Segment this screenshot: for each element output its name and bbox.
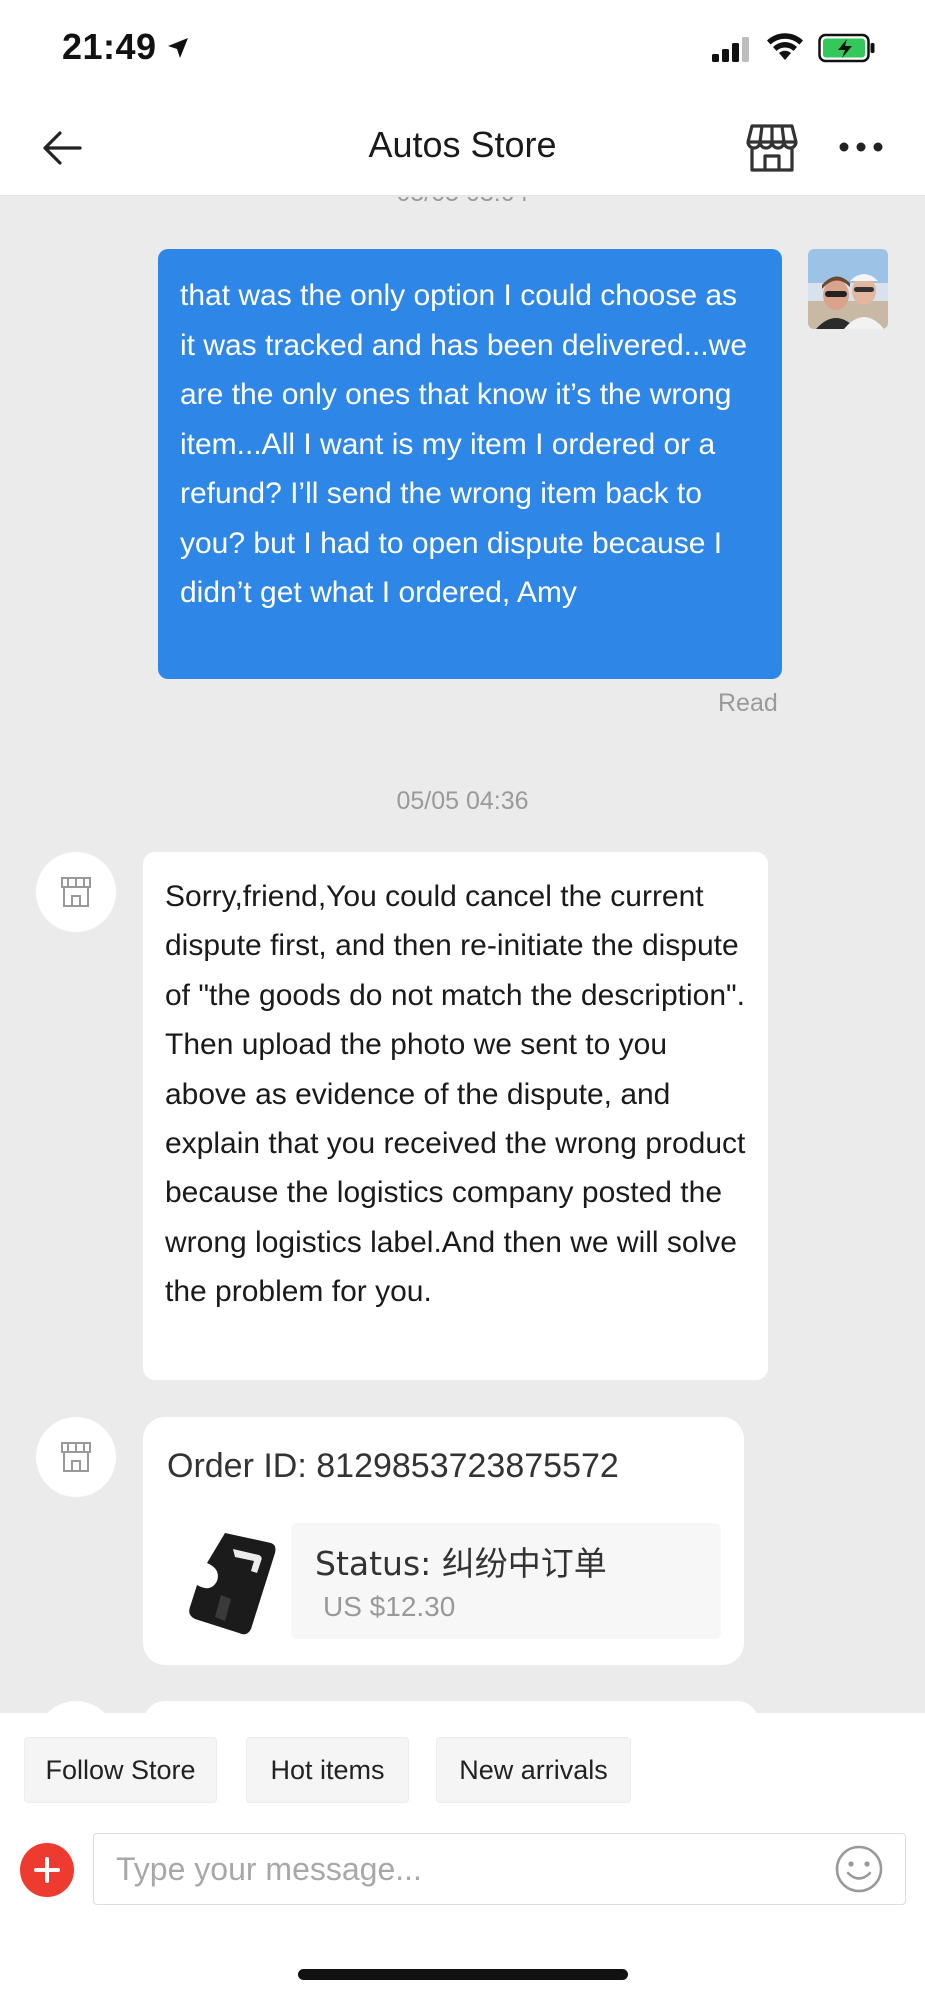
new-arrivals-button[interactable]: New arrivals [436,1737,631,1803]
outgoing-message[interactable]: that was the only option I could choose … [158,249,782,679]
nav-bar: Autos Store [0,100,925,196]
avatar[interactable] [808,249,888,329]
status-bar: 21:49 [0,0,925,100]
order-status: Status: 纠纷中订单 [315,1544,607,1583]
more-icon[interactable] [836,122,886,172]
order-id: Order ID: 8129853723875572 [167,1447,619,1485]
store-avatar-icon [61,1442,91,1472]
store-avatar[interactable] [36,1417,116,1497]
read-status: Read [718,689,778,717]
incoming-message[interactable]: Sorry,friend,You could cancel the curren… [143,852,768,1380]
product-thumbnail[interactable] [181,1525,281,1641]
home-indicator [298,1969,628,1980]
hot-items-button[interactable]: Hot items [246,1737,409,1803]
follow-store-button[interactable]: Follow Store [24,1737,217,1803]
order-card[interactable]: Order ID: 8129853723875572 Status: 纠纷中订单… [143,1417,744,1665]
battery-charging-icon [818,33,875,63]
location-arrow-icon [168,38,188,58]
order-price: US $12.30 [323,1591,456,1622]
signal-icon [712,37,749,62]
partial-message-card[interactable] [143,1701,759,1713]
status-time: 21:49 [62,26,157,67]
store-avatar[interactable] [36,852,116,932]
store-avatar[interactable] [36,1701,116,1713]
message-input[interactable] [93,1833,906,1905]
composer-area: Follow Store Hot items New arrivals [0,1713,925,2000]
wifi-icon [767,33,803,60]
message-timestamp: 05/05 03:04 [0,197,925,208]
chat-area[interactable]: 05/05 03:04 that was the only option I c… [0,197,925,1713]
message-timestamp: 05/05 04:36 [396,787,529,815]
store-avatar-icon [61,877,91,907]
store-icon[interactable] [742,118,802,178]
order-info[interactable]: Status: 纠纷中订单 US $12.30 [291,1523,721,1639]
plus-icon[interactable] [20,1843,74,1897]
emoji-icon[interactable] [834,1844,884,1894]
